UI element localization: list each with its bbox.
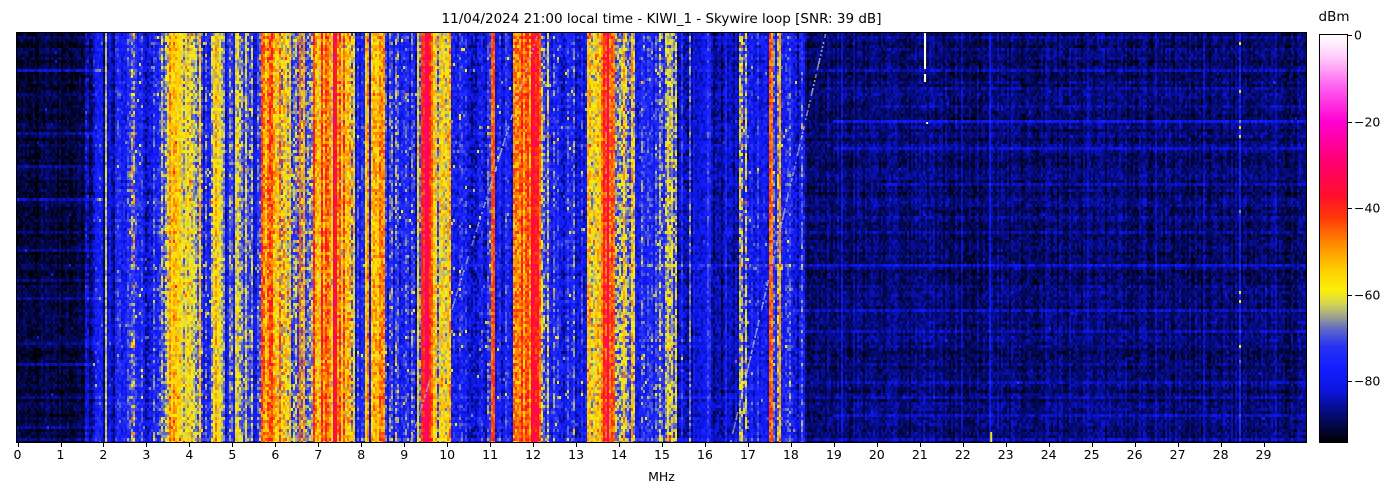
x-tick-label: 29: [1256, 447, 1272, 462]
x-tick-label: 4: [185, 447, 193, 462]
colorbar-label: dBm: [1304, 9, 1364, 25]
colorbar-tick-label: −60: [1354, 287, 1380, 302]
colorbar-tick-mark: [1348, 381, 1352, 382]
x-tick-label: 25: [1084, 447, 1100, 462]
x-tick-label: 11: [482, 447, 498, 462]
x-tick-label: 23: [998, 447, 1014, 462]
x-tick-label: 9: [400, 447, 408, 462]
colorbar-tick-label: −40: [1354, 201, 1380, 216]
x-tick-label: 22: [955, 447, 971, 462]
colorbar-tick-mark: [1348, 122, 1352, 123]
x-tick-label: 19: [826, 447, 842, 462]
x-tick-label: 24: [1041, 447, 1057, 462]
x-tick-label: 1: [57, 447, 65, 462]
x-tick-label: 21: [912, 447, 928, 462]
x-tick-label: 18: [783, 447, 799, 462]
x-tick-label: 6: [271, 447, 279, 462]
x-axis-label: MHz: [17, 469, 1306, 484]
x-tick-label: 15: [654, 447, 670, 462]
x-tick-label: 28: [1213, 447, 1229, 462]
x-tick-label: 27: [1170, 447, 1186, 462]
plot-title: 11/04/2024 21:00 local time - KIWI_1 - S…: [17, 11, 1306, 27]
x-tick-label: 17: [740, 447, 756, 462]
x-tick-label: 20: [869, 447, 885, 462]
x-tick-label: 7: [314, 447, 322, 462]
x-tick-label: 10: [439, 447, 455, 462]
x-tick-label: 5: [228, 447, 236, 462]
x-tick-label: 2: [99, 447, 107, 462]
x-tick-label: 12: [525, 447, 541, 462]
x-tick-label: 16: [697, 447, 713, 462]
colorbar-tick-label: 0: [1354, 28, 1362, 43]
x-tick-label: 0: [14, 447, 22, 462]
x-tick-label: 3: [142, 447, 150, 462]
colorbar-tick-mark: [1348, 35, 1352, 36]
x-tick-label: 13: [568, 447, 584, 462]
x-tick-label: 14: [611, 447, 627, 462]
x-tick-label: 26: [1127, 447, 1143, 462]
colorbar-tick-mark: [1348, 208, 1352, 209]
x-tick-label: 8: [357, 447, 365, 462]
waterfall-heatmap: [17, 33, 1306, 442]
colorbar-tick-mark: [1348, 295, 1352, 296]
colorbar-tick-label: −80: [1354, 374, 1380, 389]
spectrogram-figure: 11/04/2024 21:00 local time - KIWI_1 - S…: [0, 0, 1400, 500]
colorbar: [1320, 35, 1347, 442]
colorbar-tick-label: −20: [1354, 114, 1380, 129]
